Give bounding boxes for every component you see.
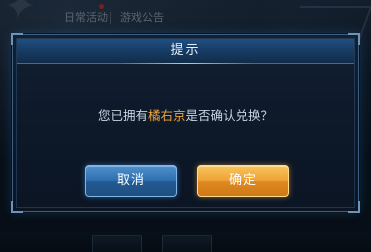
message-suffix: 是否确认兑换？ <box>185 108 274 123</box>
dialog-title: 提示 <box>170 43 201 58</box>
dialog-corner-ornament <box>11 201 23 213</box>
hero-name-highlight: 橘右京 <box>147 108 186 123</box>
cancel-button[interactable]: 取消 <box>85 165 177 197</box>
message-prefix: 您已拥有 <box>97 108 148 123</box>
confirm-button[interactable]: 确定 <box>197 165 289 197</box>
dialog-message: 您已拥有橘右京是否确认兑换？ <box>13 105 358 124</box>
confirm-dialog: 提示 您已拥有橘右京是否确认兑换？ 取消 确定 <box>11 33 360 213</box>
dialog-header: 提示 <box>17 39 354 64</box>
dialog-corner-ornament <box>348 201 360 213</box>
